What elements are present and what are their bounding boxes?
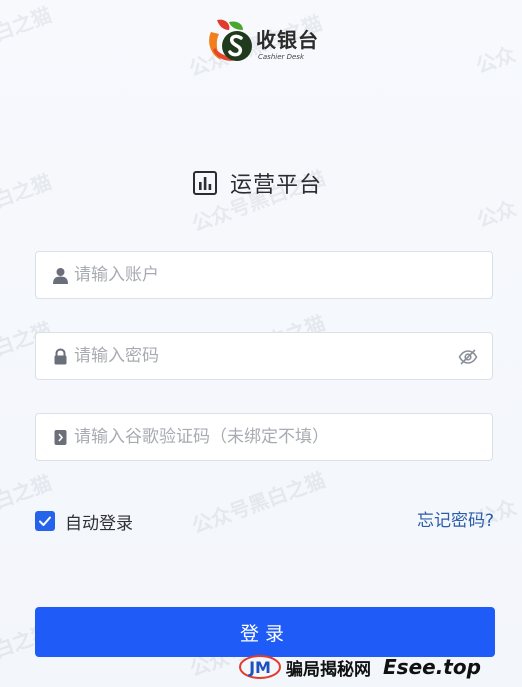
- badge-text: 骗局揭秘网: [286, 659, 371, 680]
- watermark: 白之猫: [0, 2, 55, 46]
- watermark: 公众号黑白之猫: [188, 467, 329, 539]
- badge-site: Esee.top: [383, 655, 481, 679]
- watermark: 公众: [473, 195, 520, 233]
- badge-logo-text: JM: [248, 658, 271, 677]
- site-badge: JM 骗局揭秘网 Esee.top: [238, 652, 481, 682]
- eye-off-icon[interactable]: [458, 348, 478, 366]
- brand-logo: 收银台 Cashier Desk: [203, 12, 333, 64]
- page-heading: 运营平台: [192, 168, 322, 198]
- page-title: 运营平台: [230, 173, 323, 198]
- jm-logo-icon: JM: [239, 655, 281, 679]
- brand-subtitle: Cashier Desk: [258, 53, 305, 61]
- verification-code-icon: [54, 430, 67, 445]
- password-field[interactable]: [35, 332, 493, 380]
- forgot-password-link[interactable]: 忘记密码?: [417, 510, 494, 532]
- google-code-input[interactable]: [74, 414, 474, 460]
- account-field[interactable]: [35, 251, 493, 299]
- password-input[interactable]: [74, 333, 474, 379]
- watermark: 白之猫: [0, 169, 55, 213]
- login-button[interactable]: 登录: [35, 607, 495, 657]
- user-icon: [53, 268, 68, 284]
- cashier-logo-icon: [209, 19, 252, 61]
- auto-login-label[interactable]: 自动登录: [65, 509, 133, 534]
- bar-chart-icon: [193, 171, 217, 195]
- checkmark-icon: [39, 516, 51, 526]
- auto-login-checkbox[interactable]: 自动登录: [35, 509, 133, 534]
- watermark: 白之猫: [0, 470, 55, 514]
- checkbox-checked[interactable]: [35, 511, 55, 531]
- watermark: 公众: [472, 41, 519, 79]
- lock-icon: [54, 348, 67, 365]
- brand-name: 收银台: [256, 28, 319, 52]
- google-code-field[interactable]: [35, 413, 493, 461]
- account-input[interactable]: [74, 252, 474, 298]
